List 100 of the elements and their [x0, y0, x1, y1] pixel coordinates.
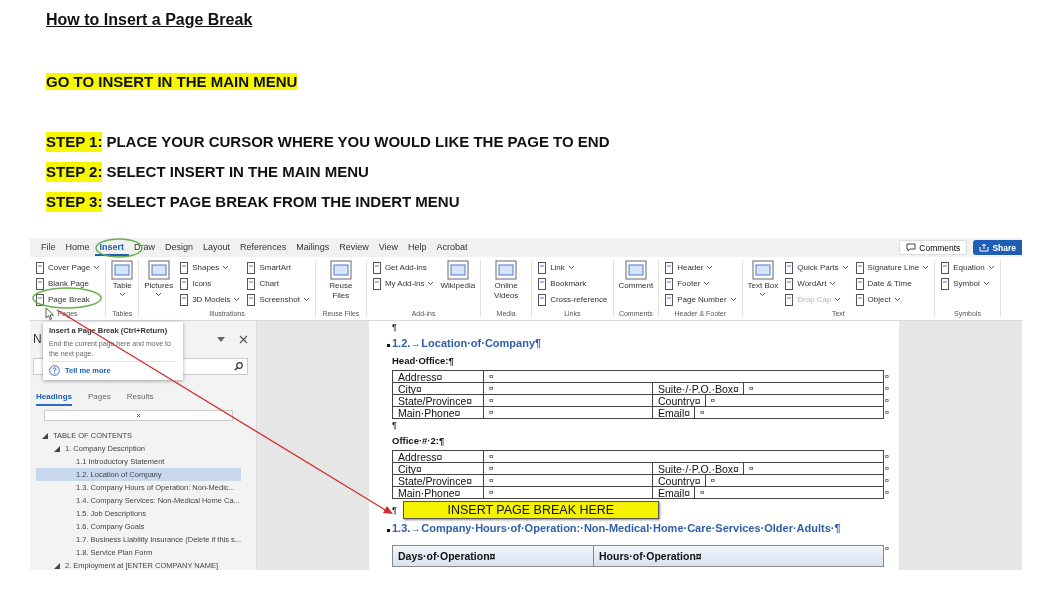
- ribbon-button[interactable]: Signature Line: [854, 260, 930, 275]
- document-icon: [940, 277, 951, 290]
- document-icon: [35, 277, 45, 290]
- ribbon-button[interactable]: My Add-ins: [371, 276, 435, 291]
- table-cell: Address¤: [393, 451, 484, 462]
- menu-tab[interactable]: Review: [334, 239, 374, 256]
- dropdown-arrow-icon: [217, 336, 225, 342]
- step-text: SELECT PAGE BREAK FROM THE INDERT MENU: [106, 192, 460, 212]
- ribbon-button[interactable]: Reuse Files: [320, 260, 361, 301]
- section-label: Office·#·2:¶: [392, 435, 445, 446]
- menu-tab[interactable]: View: [373, 239, 404, 256]
- document-icon: [664, 261, 675, 274]
- ribbon-button[interactable]: Bookmark: [537, 276, 608, 291]
- pane-tab[interactable]: Pages: [88, 392, 111, 406]
- ribbon-button[interactable]: Link: [537, 260, 608, 275]
- ribbon-button[interactable]: Object: [854, 292, 930, 307]
- section-label: Head·Office:¶: [392, 355, 454, 366]
- ribbon-button[interactable]: Quick Parts: [784, 260, 849, 275]
- table-cell: State/Province¤: [393, 395, 484, 406]
- ribbon-button[interactable]: Online Videos: [486, 260, 527, 301]
- ribbon-button[interactable]: Equation: [940, 260, 995, 275]
- table-cell-text: ¤: [709, 475, 717, 486]
- ribbon-button[interactable]: Shapes: [179, 260, 241, 275]
- document-icon: [371, 277, 382, 290]
- ribbon-button[interactable]: Page Break: [35, 292, 101, 307]
- heading-text: 1.3.→Company·Hours·of·Operation:·Non-Medical·Home·Care·Services·Older·Adults·¶: [392, 522, 841, 534]
- table-cell: ¤: [484, 475, 653, 486]
- table-cell: Country¤: [653, 395, 706, 406]
- ribbon-button[interactable]: Text Box: [747, 260, 779, 297]
- menu-tab[interactable]: Layout: [198, 239, 236, 256]
- frame-icon: [624, 260, 647, 280]
- callout-label: INSERT PAGE BREAK HERE: [402, 500, 659, 519]
- menu-tab[interactable]: Help: [403, 239, 432, 256]
- ribbon-button[interactable]: Blank Page: [35, 276, 101, 291]
- speech-bubble-icon: [906, 243, 917, 252]
- ribbon-button[interactable]: Wikipedia: [440, 260, 476, 291]
- share-button[interactable]: Share: [973, 240, 1022, 255]
- paragraph-mark: ¶: [392, 322, 397, 332]
- table-cell: State/Province¤: [393, 475, 484, 486]
- frame-icon: [329, 260, 352, 280]
- document-icon: [246, 277, 257, 290]
- ribbon-button[interactable]: 3D Models: [179, 292, 241, 307]
- collapse-bar[interactable]: [44, 410, 233, 421]
- menu-tab[interactable]: Insert: [94, 239, 130, 256]
- ribbon-button[interactable]: Comment: [618, 260, 654, 291]
- x-icon: [136, 413, 141, 418]
- ribbon-button[interactable]: Pictures: [144, 260, 174, 297]
- table-cell: ¤: [484, 407, 653, 418]
- document-icon: [784, 293, 795, 306]
- table-cell: Main·Phone¤: [393, 487, 484, 498]
- document-icon: [784, 261, 795, 274]
- table-cell: ¤: [484, 487, 653, 498]
- pane-tab[interactable]: Headings: [36, 392, 72, 406]
- ribbon-button[interactable]: Header: [664, 260, 737, 275]
- triangle-expanded-icon: [54, 562, 60, 569]
- ribbon-button[interactable]: Table: [111, 260, 134, 297]
- table-cell: ¤: [484, 395, 653, 406]
- menu-tab[interactable]: Mailings: [291, 239, 335, 256]
- menu-tab[interactable]: File: [36, 239, 61, 256]
- pane-tab[interactable]: Results: [126, 392, 154, 406]
- menu-tab[interactable]: Acrobat: [431, 239, 473, 256]
- help-icon: [49, 365, 60, 376]
- ribbon-button[interactable]: SmartArt: [246, 260, 310, 275]
- close-icon: [239, 334, 248, 344]
- ribbon-button[interactable]: Date & Time: [854, 276, 930, 291]
- document-icon: [537, 277, 548, 290]
- ribbon-button[interactable]: Icons: [179, 276, 241, 291]
- ribbon-button[interactable]: Cross-reference: [537, 292, 608, 307]
- ribbon-button[interactable]: Page Number: [664, 292, 737, 307]
- paragraph-mark: ¶: [392, 420, 397, 430]
- ribbon-button[interactable]: Screenshot: [246, 292, 310, 307]
- search-icon: [234, 362, 243, 371]
- menu-tab[interactable]: Design: [160, 239, 199, 256]
- table-cell: Email¤: [653, 487, 696, 498]
- ribbon-button[interactable]: Footer: [664, 276, 737, 291]
- document-icon: [179, 261, 190, 274]
- table-cell: Suite·/·P.O.·Box¤: [653, 463, 744, 474]
- document-icon: [854, 277, 865, 290]
- ribbon-button[interactable]: Chart: [246, 276, 310, 291]
- document-icon: [537, 261, 548, 274]
- step-text: SELECT INSERT IN THE MAIN MENU: [106, 162, 369, 182]
- table-cell-text: ¤: [709, 395, 717, 406]
- table-cell-text: ¤: [488, 371, 495, 382]
- table-cell: City¤: [393, 463, 484, 474]
- document-icon: [371, 261, 382, 274]
- menu-tab[interactable]: Home: [60, 239, 95, 256]
- table-cell: Address¤: [393, 371, 484, 382]
- table-cell: ¤: [484, 463, 653, 474]
- page-title: How to Insert a Page Break: [46, 11, 253, 29]
- document-icon: [537, 293, 548, 306]
- menu-tab[interactable]: References: [235, 239, 292, 256]
- ribbon-button[interactable]: Get Add-ins: [371, 260, 435, 275]
- document-icon: [940, 261, 951, 274]
- ribbon-button[interactable]: Cover Page: [35, 260, 101, 275]
- square-bullet-icon: [387, 344, 390, 347]
- instruction-text: GO TO INSERT IN THE MAIN MENU: [46, 73, 298, 90]
- ribbon-button[interactable]: Symbol: [940, 276, 995, 291]
- comments-button[interactable]: Comments: [899, 240, 968, 255]
- ribbon-button[interactable]: WordArt: [784, 276, 849, 291]
- frame-icon: [147, 260, 170, 280]
